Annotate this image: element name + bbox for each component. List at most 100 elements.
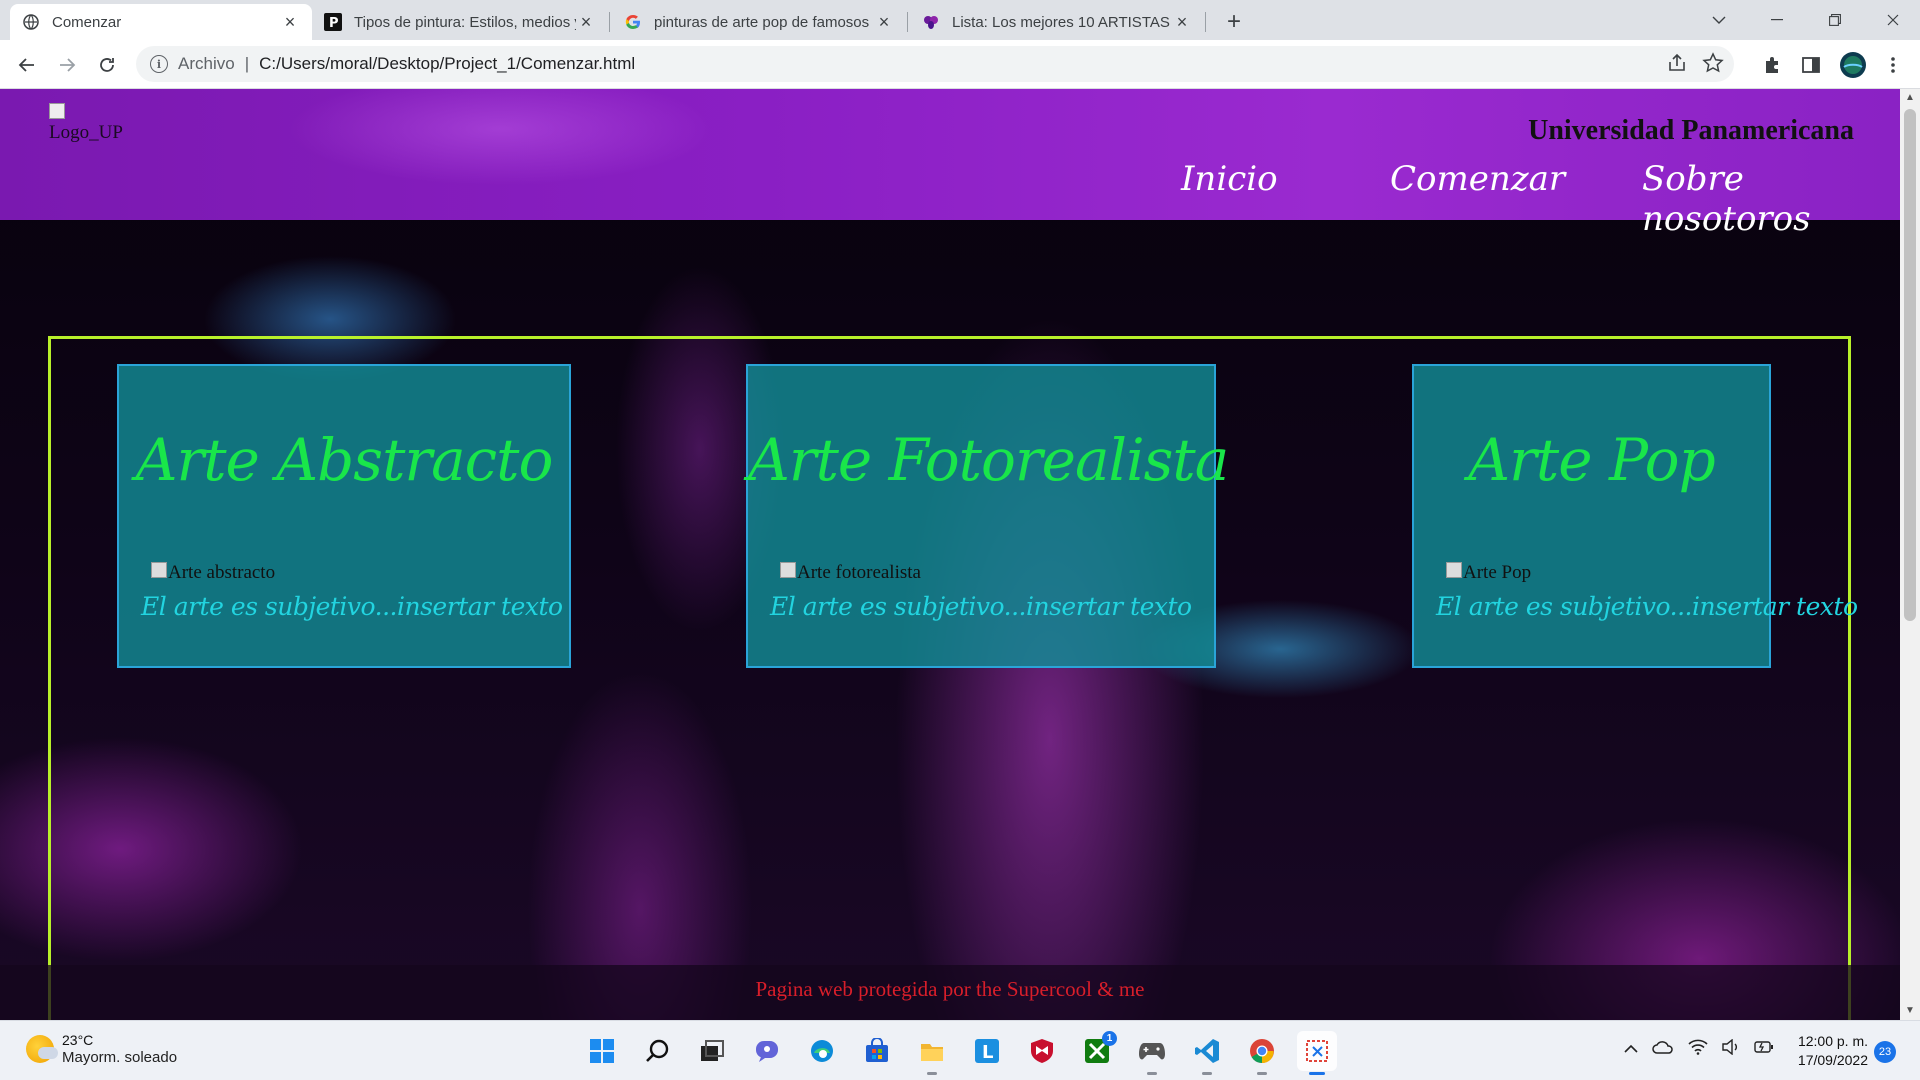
close-tab-icon[interactable]: × xyxy=(874,12,894,32)
vscode-icon[interactable] xyxy=(1187,1031,1227,1075)
address-separator: | xyxy=(244,54,250,73)
onedrive-cloud-icon[interactable] xyxy=(1652,1040,1674,1057)
close-window-icon[interactable] xyxy=(1866,0,1920,40)
card-arte-abstracto[interactable]: Arte Abstracto Arte abstracto El arte es… xyxy=(117,364,571,668)
extensions-puzzle-icon[interactable] xyxy=(1758,50,1788,80)
chrome-icon[interactable] xyxy=(1242,1031,1282,1075)
chat-icon[interactable] xyxy=(747,1031,787,1071)
forward-arrow-icon[interactable] xyxy=(52,50,82,80)
game-controller-icon[interactable] xyxy=(1132,1031,1172,1075)
card-image: Arte fotorealista xyxy=(780,562,921,584)
globe-icon xyxy=(22,13,40,31)
side-panel-icon[interactable] xyxy=(1796,50,1826,80)
broken-image-icon xyxy=(49,103,65,119)
search-icon[interactable] xyxy=(637,1031,677,1071)
address-scheme: Archivo xyxy=(178,54,235,73)
page-scrollbar[interactable]: ▲ ▼ xyxy=(1900,89,1920,1020)
minimize-icon[interactable] xyxy=(1750,0,1804,40)
system-clock[interactable]: 12:00 p. m. 17/09/2022 xyxy=(1788,1032,1868,1070)
card-description: El arte es subjetivo...insertar texto xyxy=(141,592,563,621)
wifi-icon[interactable] xyxy=(1688,1039,1708,1058)
battery-icon[interactable] xyxy=(1754,1040,1774,1057)
mcafee-icon[interactable] xyxy=(1022,1031,1062,1071)
tab-comenzar[interactable]: Comenzar × xyxy=(10,4,312,40)
university-title: Universidad Panamericana xyxy=(1528,115,1854,146)
screen: Comenzar × P Tipos de pintura: Estilos, … xyxy=(0,0,1920,1080)
restore-icon[interactable] xyxy=(1808,0,1862,40)
running-indicator xyxy=(1309,1072,1325,1075)
reload-icon[interactable] xyxy=(92,50,122,80)
windows-start-icon[interactable] xyxy=(582,1031,622,1071)
card-description: El arte es subjetivo...insertar texto xyxy=(770,592,1192,621)
share-icon[interactable] xyxy=(1666,52,1688,79)
clock-date: 17/09/2022 xyxy=(1797,1052,1868,1068)
tab-search-chevron-icon[interactable] xyxy=(1692,0,1746,40)
scrollbar-thumb[interactable] xyxy=(1904,109,1916,621)
card-image-alt: Arte fotorealista xyxy=(797,562,921,583)
scroll-down-arrow-icon[interactable]: ▼ xyxy=(1900,1002,1920,1020)
tab-title: Lista: Los mejores 10 ARTISTAS de xyxy=(952,13,1172,31)
profile-avatar[interactable] xyxy=(1838,50,1868,80)
xbox-badge: 1 xyxy=(1102,1031,1117,1046)
chevron-up-icon[interactable] xyxy=(1624,1041,1638,1057)
nav-link-comenzar[interactable]: Comenzar xyxy=(1390,159,1565,199)
weather-widget[interactable]: 23°C Mayorm. soleado xyxy=(26,1031,177,1067)
card-title: Arte Fotorealista xyxy=(748,426,1229,494)
close-tab-icon[interactable]: × xyxy=(1172,12,1192,32)
card-arte-pop[interactable]: Arte Pop Arte Pop El arte es subjetivo..… xyxy=(1412,364,1858,668)
weather-condition: Mayorm. soleado xyxy=(62,1049,178,1066)
tab-separator xyxy=(609,12,610,32)
chrome-menu-icon[interactable] xyxy=(1878,50,1908,80)
notification-badge[interactable]: 23 xyxy=(1874,1041,1896,1063)
bookmark-star-icon[interactable] xyxy=(1702,52,1724,79)
running-indicator xyxy=(1147,1072,1157,1075)
card-arte-fotorealista[interactable]: Arte Fotorealista Arte fotorealista El a… xyxy=(746,364,1229,668)
nav-link-sobre-nosotros[interactable]: Sobre nosotoros xyxy=(1642,159,1900,239)
close-tab-icon[interactable]: × xyxy=(576,12,596,32)
partly-sunny-icon xyxy=(26,1035,58,1063)
logo-image: Logo_UP xyxy=(49,103,123,143)
scroll-up-arrow-icon[interactable]: ▲ xyxy=(1900,89,1920,107)
tab-arte-pop-famosos[interactable]: pinturas de arte pop de famosos × xyxy=(612,4,906,40)
broken-image-icon xyxy=(151,562,167,578)
tab-title: Tipos de pintura: Estilos, medios y té xyxy=(354,13,576,31)
tab-tipos-de-pintura[interactable]: P Tipos de pintura: Estilos, medios y té… xyxy=(312,4,608,40)
nav-link-inicio[interactable]: Inicio xyxy=(1181,159,1278,199)
site-footer: Pagina web protegida por the Supercool &… xyxy=(0,965,1900,1020)
tab-title: pinturas de arte pop de famosos xyxy=(654,13,870,31)
browser-toolbar: i Archivo | C:/Users/moral/Desktop/Proje… xyxy=(0,40,1920,89)
system-tray xyxy=(1624,1038,1774,1058)
back-arrow-icon[interactable] xyxy=(12,50,42,80)
info-icon[interactable]: i xyxy=(150,55,168,73)
taskbar-apps: L 1 xyxy=(582,1031,1337,1075)
butterfly-icon xyxy=(922,13,940,31)
store-icon[interactable] xyxy=(857,1031,897,1071)
tab-strip: Comenzar × P Tipos de pintura: Estilos, … xyxy=(0,0,1920,40)
card-title: Arte Abstracto xyxy=(135,426,554,494)
card-title: Arte Pop xyxy=(1468,426,1715,494)
address-bar[interactable]: i Archivo | C:/Users/moral/Desktop/Proje… xyxy=(136,46,1734,82)
close-tab-icon[interactable]: × xyxy=(280,12,300,32)
logo-alt-text: Logo_UP xyxy=(49,122,123,143)
task-view-icon[interactable] xyxy=(692,1031,732,1071)
card-image: Arte abstracto xyxy=(151,562,275,584)
new-tab-button[interactable]: + xyxy=(1220,8,1248,36)
broken-image-icon xyxy=(1446,562,1462,578)
xbox-icon[interactable]: 1 xyxy=(1077,1031,1117,1071)
volume-icon[interactable] xyxy=(1722,1038,1740,1058)
tab-mejores-artistas[interactable]: Lista: Los mejores 10 ARTISTAS de × xyxy=(910,4,1204,40)
l-app-icon[interactable]: L xyxy=(967,1031,1007,1071)
weather-temp: 23°C xyxy=(62,1032,94,1048)
svg-text:P: P xyxy=(329,16,339,31)
snipping-tool-icon[interactable] xyxy=(1297,1031,1337,1075)
address-url: C:/Users/moral/Desktop/Project_1/Comenza… xyxy=(259,54,636,73)
google-g-icon xyxy=(624,13,642,31)
windows-taskbar: 23°C Mayorm. soleado L 1 12:00 p. m. 17/… xyxy=(0,1020,1920,1080)
card-image-alt: Arte abstracto xyxy=(168,562,276,583)
page-viewport: Logo_UP Universidad Panamericana Inicio … xyxy=(0,89,1920,1020)
edge-icon[interactable] xyxy=(802,1031,842,1071)
tab-separator xyxy=(907,12,908,32)
file-explorer-icon[interactable] xyxy=(912,1031,952,1075)
omnibox-actions xyxy=(1666,52,1724,79)
card-image: Arte Pop xyxy=(1446,562,1531,584)
